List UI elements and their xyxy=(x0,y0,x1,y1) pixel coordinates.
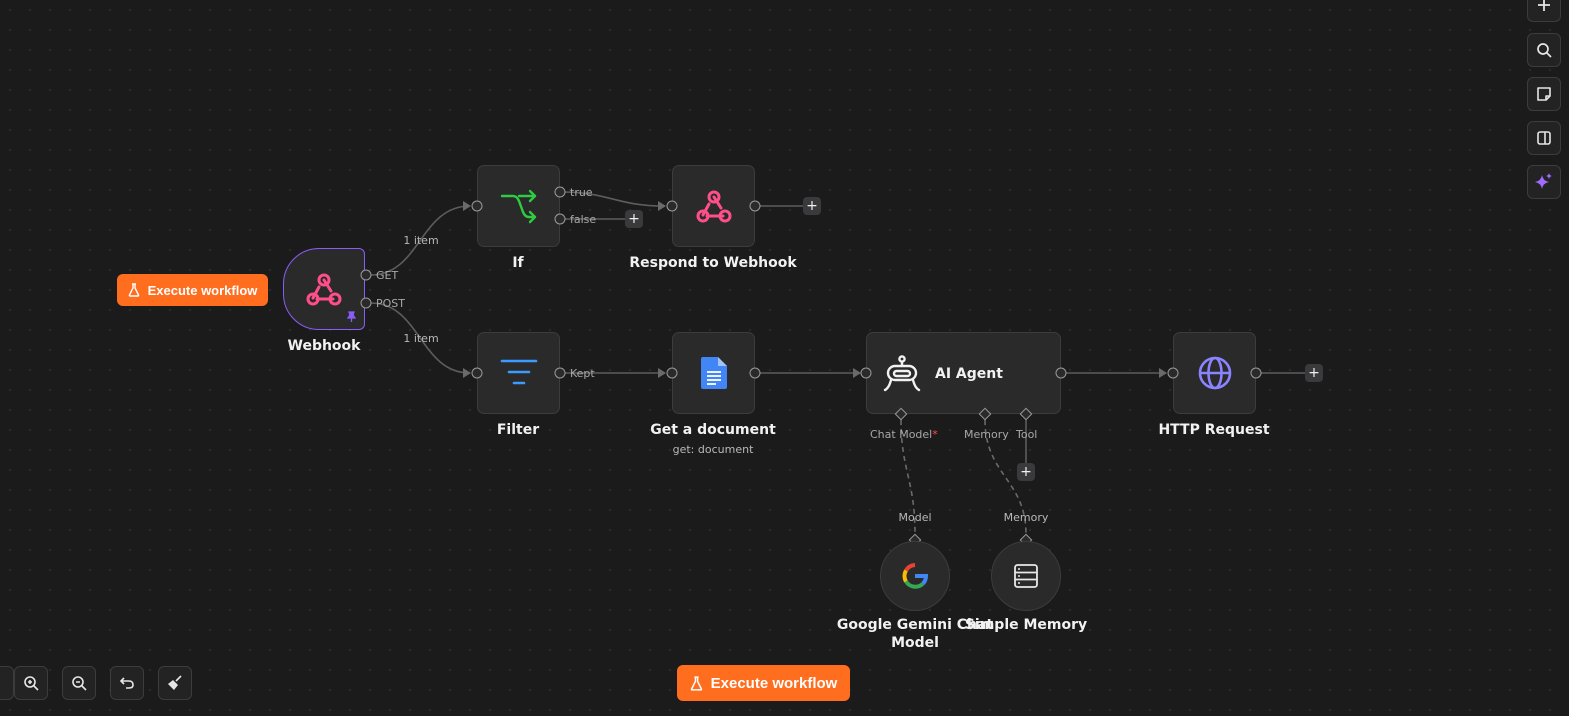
if-false-label: false xyxy=(570,213,597,226)
execute-workflow-button-node[interactable]: Execute workflow xyxy=(117,274,268,306)
http-request-node[interactable] xyxy=(1173,332,1256,414)
robot-icon xyxy=(883,355,921,392)
execute-workflow-button[interactable]: Execute workflow xyxy=(677,665,850,701)
panel-icon xyxy=(1537,131,1551,145)
globe-icon xyxy=(1198,356,1231,390)
plus-icon xyxy=(1538,0,1550,11)
required-marker: * xyxy=(932,428,938,441)
get-document-output-handle[interactable] xyxy=(749,367,761,379)
webhook-get-label: GET xyxy=(376,269,399,282)
filter-kept-label: Kept xyxy=(570,367,595,380)
zoom-out-button[interactable] xyxy=(62,666,96,700)
memory-port-label: Memory xyxy=(964,428,1009,441)
toggle-panel-button[interactable] xyxy=(1527,121,1561,155)
tool-port-label: Tool xyxy=(1016,428,1038,441)
zoom-out-icon xyxy=(72,676,87,691)
respond-input-handle[interactable] xyxy=(666,200,678,212)
http-input-handle[interactable] xyxy=(1167,367,1179,379)
webhook-get-handle[interactable] xyxy=(360,269,372,281)
gemini-chat-model-node[interactable] xyxy=(880,541,950,611)
memory-connector-label: Memory xyxy=(1003,511,1049,524)
flask-icon xyxy=(128,283,139,297)
sparkle-icon xyxy=(1535,173,1552,189)
simple-memory-node[interactable] xyxy=(991,541,1061,611)
search-nodes-button[interactable] xyxy=(1527,33,1561,67)
webhook-label: Webhook xyxy=(287,338,361,354)
zoom-in-icon xyxy=(24,676,39,691)
if-node[interactable] xyxy=(477,165,560,247)
if-label: If xyxy=(512,255,524,271)
execute-workflow-label: Execute workflow xyxy=(710,674,838,692)
arrowhead xyxy=(463,368,471,378)
ai-agent-input-handle[interactable] xyxy=(860,367,872,379)
arrowhead xyxy=(658,368,666,378)
google-g-icon xyxy=(902,563,928,589)
if-branch-icon xyxy=(500,189,536,224)
if-false-add-button[interactable]: + xyxy=(625,210,643,228)
http-output-handle[interactable] xyxy=(1250,367,1262,379)
gemini-model-port-label: Model xyxy=(898,511,932,524)
respond-add-button[interactable]: + xyxy=(803,197,821,215)
webhook-post-label: POST xyxy=(376,297,405,310)
chat-model-port-label: Chat Model* xyxy=(870,428,938,441)
arrowhead xyxy=(1159,368,1167,378)
edge-label-post: 1 item xyxy=(403,332,439,345)
broom-icon xyxy=(168,675,182,690)
add-sticky-note-button[interactable] xyxy=(1527,77,1561,111)
if-false-handle[interactable] xyxy=(554,213,566,225)
respond-output-handle[interactable] xyxy=(749,200,761,212)
database-icon xyxy=(1014,564,1038,588)
zoom-in-button[interactable] xyxy=(14,666,48,700)
if-true-label: true xyxy=(570,186,593,199)
add-node-button[interactable] xyxy=(1527,0,1561,22)
tool-add-button[interactable]: + xyxy=(1017,463,1035,481)
edge-label-get: 1 item xyxy=(403,234,439,247)
http-request-label: HTTP Request xyxy=(1158,422,1270,438)
ai-agent-label: AI Agent xyxy=(935,366,1003,382)
webhook-post-handle[interactable] xyxy=(360,297,372,309)
webhook-icon xyxy=(306,273,342,306)
filter-label: Filter xyxy=(496,422,540,438)
get-document-node[interactable] xyxy=(672,332,755,414)
respond-to-webhook-node[interactable] xyxy=(672,165,755,247)
arrowhead xyxy=(463,201,471,211)
undo-icon xyxy=(119,677,134,689)
ai-assistant-button[interactable] xyxy=(1527,165,1561,199)
respond-label: Respond to Webhook xyxy=(629,255,797,271)
pin-icon xyxy=(346,311,357,322)
tidy-up-button[interactable] xyxy=(158,666,192,700)
arrowhead xyxy=(658,201,666,211)
filter-node[interactable] xyxy=(477,332,560,414)
reset-zoom-button[interactable] xyxy=(110,666,144,700)
connections-layer xyxy=(370,191,1306,535)
http-add-button[interactable]: + xyxy=(1305,364,1323,382)
flask-icon xyxy=(690,675,702,691)
get-document-subtitle: get: document xyxy=(672,443,754,456)
ai-agent-output-handle[interactable] xyxy=(1055,367,1067,379)
fit-view-button[interactable] xyxy=(0,666,14,700)
if-input-handle[interactable] xyxy=(471,200,483,212)
gemini-label-line2: Model xyxy=(891,635,939,651)
filter-icon xyxy=(500,359,537,385)
filter-input-handle[interactable] xyxy=(471,367,483,379)
ai-agent-node[interactable]: AI Agent xyxy=(866,332,1061,414)
get-document-label: Get a document xyxy=(650,422,776,438)
execute-workflow-label: Execute workflow xyxy=(147,282,258,298)
if-true-handle[interactable] xyxy=(554,186,566,198)
filter-kept-handle[interactable] xyxy=(554,367,566,379)
simple-memory-label: Simple Memory xyxy=(964,617,1088,633)
google-docs-icon xyxy=(700,357,727,389)
get-document-input-handle[interactable] xyxy=(666,367,678,379)
search-icon xyxy=(1537,43,1552,58)
webhook-icon xyxy=(696,190,731,223)
webhook-node[interactable] xyxy=(283,248,365,330)
sticky-note-icon xyxy=(1537,87,1551,101)
